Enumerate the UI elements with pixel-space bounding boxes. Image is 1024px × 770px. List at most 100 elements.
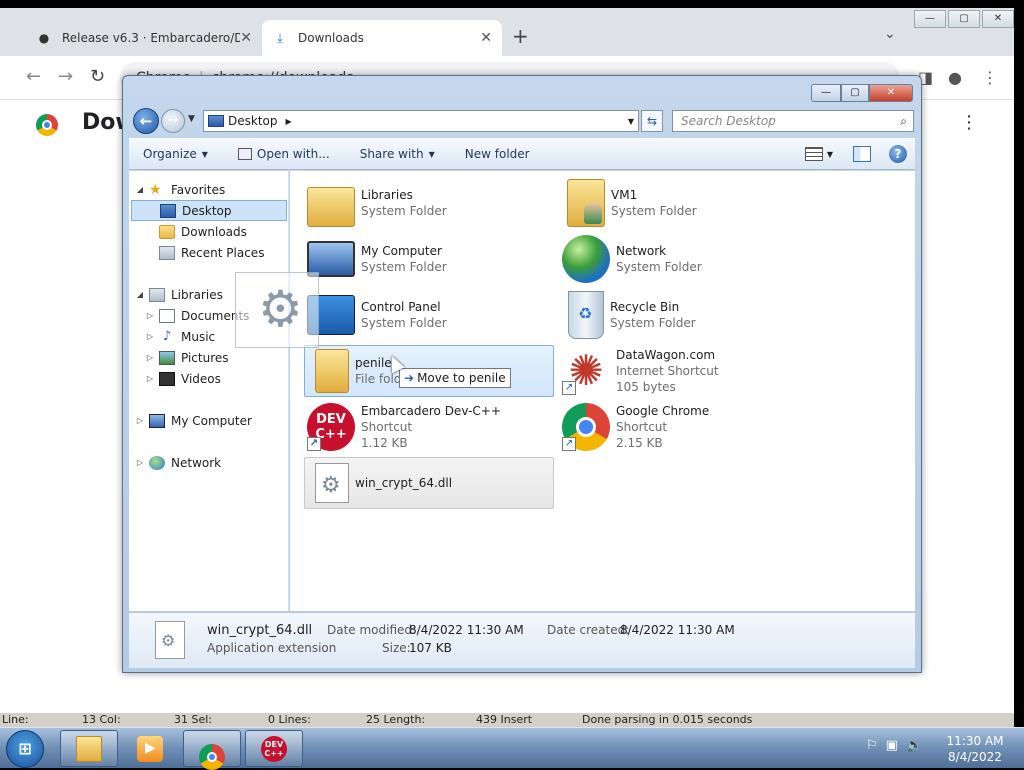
tab-close-icon[interactable]: ✕ bbox=[240, 30, 252, 46]
nav-downloads[interactable]: Downloads bbox=[159, 221, 247, 242]
item-name: Recycle Bin bbox=[610, 300, 680, 314]
tooltip-text: Move to penile bbox=[417, 371, 506, 385]
github-icon: ● bbox=[38, 31, 50, 45]
taskbar-explorer[interactable] bbox=[60, 730, 118, 767]
explorer-window-controls: — ▢ ✕ bbox=[811, 84, 913, 102]
close-button[interactable]: ✕ bbox=[982, 10, 1014, 28]
help-icon[interactable]: ? bbox=[889, 145, 907, 163]
taskbar-media-player[interactable] bbox=[121, 730, 179, 767]
reload-icon[interactable]: ↻ bbox=[90, 66, 105, 87]
change-view-icon[interactable] bbox=[804, 147, 823, 161]
tab-close-icon[interactable]: ✕ bbox=[480, 30, 492, 46]
system-tray: ⚐ ▣ 🔈 bbox=[866, 738, 922, 753]
share-with-label: Share with bbox=[359, 147, 424, 161]
clock[interactable]: 11:30 AM 8/4/2022 bbox=[938, 733, 1012, 765]
date-modified-label: Date modified: bbox=[327, 623, 417, 637]
folder-icon bbox=[315, 349, 349, 393]
organize-button[interactable]: Organize ▼ bbox=[143, 147, 208, 161]
date-modified-value: 8/4/2022 11:30 AM bbox=[409, 623, 524, 637]
item-name: Google Chrome bbox=[616, 404, 710, 418]
refresh-button[interactable]: ⇆ bbox=[641, 110, 663, 132]
nav-documents[interactable]: ▷ Documents bbox=[145, 305, 249, 326]
status-col: 13 Col: bbox=[82, 713, 121, 726]
item-type: System Folder bbox=[361, 260, 447, 274]
nav-music[interactable]: ▷ ♪ Music bbox=[145, 326, 215, 347]
item-win-crypt-dll[interactable]: win_crypt_64.dll bbox=[304, 457, 554, 509]
item-datawagon[interactable]: ✺ ↗ DataWagon.com Internet Shortcut 105 byt… bbox=[559, 345, 809, 397]
minimize-button[interactable]: — bbox=[914, 10, 946, 28]
item-vm1[interactable]: VM1 System Folder bbox=[559, 177, 809, 229]
nav-libraries[interactable]: ◢ Libraries bbox=[135, 284, 223, 305]
status-length: 25 Length: bbox=[366, 713, 426, 726]
nav-pictures[interactable]: ▷ Pictures bbox=[145, 347, 229, 368]
nav-desktop[interactable]: Desktop bbox=[131, 200, 287, 221]
collapsed-arrow-icon[interactable]: ▷ bbox=[145, 332, 155, 341]
expanded-arrow-icon[interactable]: ◢ bbox=[135, 185, 145, 194]
shortcut-arrow-icon: ↗ bbox=[307, 437, 321, 451]
item-my-computer[interactable]: My Computer System Folder bbox=[304, 233, 554, 285]
view-dropdown-icon[interactable]: ▼ bbox=[827, 150, 833, 159]
volume-icon[interactable]: 🔈 bbox=[906, 738, 922, 753]
item-google-chrome[interactable]: ↗ Google Chrome Shortcut 2.15 KB bbox=[559, 401, 809, 453]
tab-github-release[interactable]: ● Release v6.3 · Embarcadero/Dev- ✕ bbox=[26, 20, 262, 56]
new-tab-button[interactable]: + bbox=[512, 24, 529, 48]
media-player-icon bbox=[137, 735, 163, 762]
collapsed-arrow-icon[interactable]: ▷ bbox=[135, 458, 145, 467]
taskbar-chrome[interactable] bbox=[183, 730, 241, 770]
taskbar-dev-cpp[interactable]: DEV C++ bbox=[245, 730, 303, 767]
collapsed-arrow-icon[interactable]: ▷ bbox=[145, 311, 155, 320]
nav-recent-places[interactable]: Recent Places bbox=[159, 242, 264, 263]
search-icon[interactable]: ⌕ bbox=[900, 111, 907, 131]
nav-label: My Computer bbox=[171, 413, 252, 428]
move-arrow-icon: ➔ bbox=[404, 371, 415, 385]
nav-network[interactable]: ▷ Network bbox=[135, 452, 221, 473]
back-button[interactable]: ← bbox=[133, 108, 159, 134]
search-input[interactable]: Search Desktop ⌕ bbox=[672, 110, 914, 132]
close-button[interactable]: ✕ bbox=[869, 84, 913, 102]
item-recycle-bin[interactable]: Recycle Bin System Folder bbox=[559, 289, 809, 341]
tab-label: Release v6.3 · Embarcadero/Dev- bbox=[62, 31, 241, 45]
history-dropdown-icon[interactable]: ▼ bbox=[188, 114, 195, 124]
item-network[interactable]: Network System Folder bbox=[559, 233, 809, 285]
new-folder-button[interactable]: New folder bbox=[465, 147, 530, 161]
network-globe-icon bbox=[562, 235, 610, 283]
collapsed-arrow-icon[interactable]: ▷ bbox=[145, 353, 155, 362]
breadcrumb-arrow-icon[interactable]: ▶ bbox=[286, 117, 292, 126]
forward-button[interactable]: → bbox=[161, 109, 185, 133]
action-center-icon[interactable]: ⚐ bbox=[866, 738, 878, 753]
gear-icon: ⚙ bbox=[258, 280, 303, 338]
collapsed-arrow-icon[interactable]: ▷ bbox=[145, 374, 155, 383]
open-with-button[interactable]: Open with... bbox=[237, 147, 330, 161]
back-icon[interactable]: ← bbox=[26, 66, 41, 87]
organize-label: Organize bbox=[143, 147, 197, 161]
clock-date: 8/4/2022 bbox=[948, 750, 1002, 764]
tab-downloads[interactable]: ⤓ Downloads ✕ bbox=[262, 20, 502, 56]
share-with-button[interactable]: Share with ▼ bbox=[360, 147, 435, 161]
nav-videos[interactable]: ▷ Videos bbox=[145, 368, 221, 389]
item-control-panel[interactable]: Control Panel System Folder bbox=[304, 289, 554, 341]
maximize-button[interactable]: ▢ bbox=[948, 10, 980, 28]
minimize-button[interactable]: — bbox=[811, 84, 841, 102]
expanded-arrow-icon[interactable]: ◢ bbox=[135, 290, 145, 299]
item-dev-cpp[interactable]: DEV C++ ↗ Embarcadero Dev-C++ Shortcut 1.12 … bbox=[304, 401, 554, 453]
collapsed-arrow-icon[interactable]: ▷ bbox=[135, 416, 145, 425]
start-button[interactable]: ⊞ bbox=[6, 730, 44, 768]
maximize-button[interactable]: ▢ bbox=[841, 84, 869, 102]
nav-my-computer[interactable]: ▷ My Computer bbox=[135, 410, 252, 431]
item-libraries[interactable]: Libraries System Folder bbox=[304, 177, 554, 229]
address-bar[interactable]: Desktop ▶ ▼ bbox=[203, 110, 639, 132]
address-dropdown-icon[interactable]: ▼ bbox=[628, 117, 634, 126]
forward-icon[interactable]: → bbox=[58, 66, 73, 87]
chrome-menu-icon[interactable]: ⋮ bbox=[982, 68, 998, 87]
nav-favorites[interactable]: ◢ ★ Favorites bbox=[135, 179, 225, 200]
profile-icon[interactable]: ● bbox=[948, 68, 962, 87]
size-label: Size: bbox=[382, 641, 411, 655]
dll-file-icon bbox=[315, 463, 349, 503]
network-status-icon[interactable]: ▣ bbox=[886, 738, 898, 753]
recycle-bin-icon bbox=[568, 291, 604, 339]
item-name: Network bbox=[616, 244, 667, 258]
downloads-menu-icon[interactable]: ⋮ bbox=[960, 112, 978, 133]
preview-pane-icon[interactable] bbox=[853, 146, 871, 162]
item-type: Shortcut bbox=[616, 420, 668, 434]
tab-search-icon[interactable]: ⌄ bbox=[884, 26, 896, 42]
